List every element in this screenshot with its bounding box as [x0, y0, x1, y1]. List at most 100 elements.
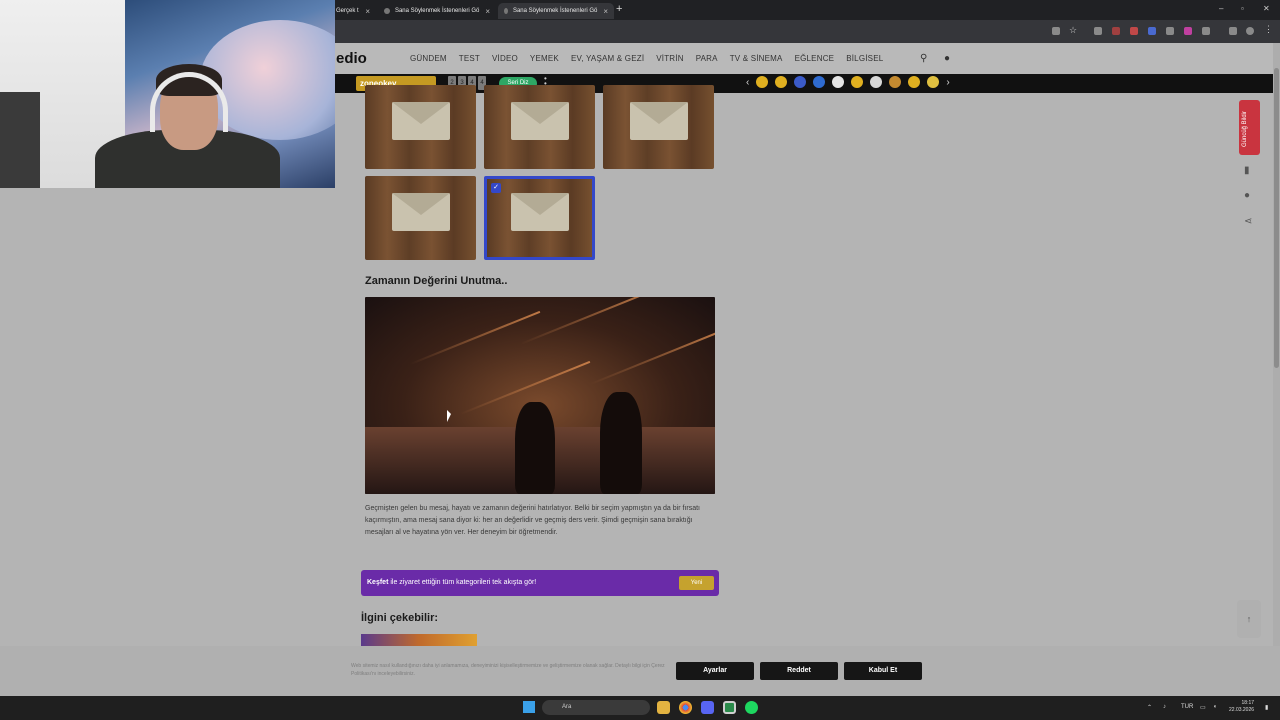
- nav-item-yemek[interactable]: YEMEK: [530, 54, 559, 63]
- share-icon[interactable]: ⋖: [1244, 216, 1252, 227]
- search-icon[interactable]: ⚲: [920, 53, 927, 64]
- tray-chevron-icon[interactable]: ⌃: [1147, 704, 1152, 711]
- scroll-to-top-button[interactable]: ↑: [1237, 600, 1261, 638]
- favicon-icon: [504, 8, 508, 14]
- envelope-option[interactable]: [365, 85, 476, 169]
- language-indicator[interactable]: TUR: [1181, 704, 1193, 710]
- extension-icon[interactable]: [1148, 27, 1156, 35]
- notification-icon[interactable]: ▮: [1265, 704, 1268, 711]
- emoji-reactions: ‹ ›: [746, 76, 950, 88]
- menu-dots-icon[interactable]: ⋮: [1264, 24, 1273, 34]
- result-image: [365, 297, 715, 494]
- extensions-puzzle-icon[interactable]: [1202, 27, 1210, 35]
- nav-item-test[interactable]: TEST: [459, 54, 480, 63]
- firework-streak: [519, 297, 651, 346]
- extension-icon[interactable]: [1130, 27, 1138, 35]
- taskbar-search[interactable]: Ara: [542, 700, 650, 715]
- firework-streak: [409, 310, 541, 366]
- favicon-icon: [384, 8, 390, 14]
- person-silhouette: [515, 402, 555, 494]
- comment-icon[interactable]: ●: [1244, 190, 1250, 201]
- envelope-option[interactable]: [484, 85, 595, 169]
- checkmark-icon: ✓: [491, 183, 501, 193]
- emoji-icon[interactable]: [908, 76, 921, 88]
- clock[interactable]: 18:17 22.03.2026: [1229, 700, 1254, 714]
- page-scrollbar[interactable]: [1273, 43, 1280, 696]
- cookie-reject-button[interactable]: Reddet: [760, 662, 838, 680]
- site-logo[interactable]: edio: [336, 50, 367, 67]
- emoji-icon[interactable]: [775, 76, 788, 88]
- nav-item-para[interactable]: PARA: [696, 54, 718, 63]
- envelope-icon: [392, 193, 450, 231]
- tab-2[interactable]: Sana Söylenmek İstenenleri Gö ×: [378, 3, 496, 19]
- close-window-icon[interactable]: ✕: [1263, 4, 1270, 13]
- webcam-overlay: [0, 0, 335, 188]
- sidepanel-icon[interactable]: [1229, 27, 1237, 35]
- user-icon[interactable]: ●: [944, 53, 950, 64]
- install-icon[interactable]: [1052, 27, 1060, 35]
- firework-streak: [589, 330, 715, 386]
- nav-item-video[interactable]: VİDEO: [492, 54, 518, 63]
- emoji-icon[interactable]: [851, 76, 864, 88]
- microphone-icon[interactable]: ♪: [1163, 704, 1166, 710]
- extension-icon[interactable]: [1166, 27, 1174, 35]
- nav-item-vitrin[interactable]: VİTRİN: [656, 54, 683, 63]
- result-title: Zamanın Değerini Unutma..: [365, 275, 508, 287]
- kesfet-new-button[interactable]: Yeni: [679, 576, 714, 590]
- scrollbar-thumb[interactable]: [1274, 68, 1279, 368]
- close-icon[interactable]: ×: [359, 7, 370, 16]
- cookie-accept-button[interactable]: Kabul Et: [844, 662, 922, 680]
- windows-start-icon[interactable]: [523, 701, 535, 713]
- chrome-icon[interactable]: [679, 701, 692, 714]
- chevron-right-icon[interactable]: ›: [946, 77, 949, 88]
- profile-avatar-icon[interactable]: [1246, 27, 1254, 35]
- envelope-icon: [511, 102, 569, 140]
- volume-icon[interactable]: ◖: [1213, 704, 1217, 710]
- kesfet-label: Keşfet: [367, 579, 389, 586]
- nav-item-gundem[interactable]: GÜNDEM: [410, 54, 447, 63]
- discord-icon[interactable]: [701, 701, 714, 714]
- tab-label: Gerçek t: [336, 8, 359, 14]
- envelope-option[interactable]: [603, 85, 714, 169]
- nav-item-tv-sinema[interactable]: TV & SİNEMA: [730, 54, 783, 63]
- nav-item-eglence[interactable]: EĞLENCE: [795, 54, 835, 63]
- network-icon[interactable]: ▭: [1200, 704, 1206, 711]
- result-description: Geçmişten gelen bu mesaj, hayatı ve zama…: [365, 505, 700, 536]
- emoji-icon[interactable]: [794, 76, 807, 88]
- kesfet-text: ile ziyaret ettiğin tüm kategorileri tek…: [388, 579, 537, 586]
- bookmark-icon[interactable]: ▮: [1244, 165, 1250, 176]
- emoji-icon[interactable]: [927, 76, 940, 88]
- envelope-option[interactable]: [365, 176, 476, 260]
- close-icon[interactable]: ×: [597, 7, 608, 16]
- emoji-icon[interactable]: [832, 76, 845, 88]
- maximize-icon[interactable]: ▫: [1241, 4, 1244, 13]
- cookie-settings-button[interactable]: Ayarlar: [676, 662, 754, 680]
- emoji-icon[interactable]: [889, 76, 902, 88]
- minimize-icon[interactable]: –: [1219, 4, 1223, 13]
- emoji-icon[interactable]: [870, 76, 883, 88]
- nav-item-bilgisel[interactable]: BİLGİSEL: [846, 54, 883, 63]
- obs-app-icon[interactable]: [723, 701, 736, 714]
- close-icon[interactable]: ×: [479, 7, 490, 16]
- report-button[interactable]: Güncüğ Bildir: [1239, 100, 1260, 155]
- extension-icon[interactable]: [1112, 27, 1120, 35]
- related-thumbnail[interactable]: [361, 634, 477, 646]
- extension-icon[interactable]: [1094, 27, 1102, 35]
- extension-icon[interactable]: [1184, 27, 1192, 35]
- spotify-icon[interactable]: [745, 701, 758, 714]
- file-explorer-icon[interactable]: [657, 701, 670, 714]
- tab-3-active[interactable]: Sana Söylenmek İstenenleri Gö ×: [498, 3, 614, 19]
- emoji-icon[interactable]: [756, 76, 769, 88]
- person-silhouette: [600, 392, 642, 494]
- tab-1[interactable]: Gerçek t ×: [330, 3, 376, 19]
- kesfet-banner[interactable]: Keşfet ile ziyaret ettiğin tüm kategoril…: [361, 570, 719, 596]
- clock-time: 18:17: [1241, 700, 1255, 706]
- new-tab-button[interactable]: +: [616, 3, 622, 15]
- envelope-option-selected[interactable]: ✓: [484, 176, 595, 260]
- bookmark-star-icon[interactable]: ☆: [1069, 25, 1077, 35]
- chevron-left-icon[interactable]: ‹: [746, 77, 749, 88]
- nav-item-ev-yasam[interactable]: EV, YAŞAM & GEZİ: [571, 54, 644, 63]
- emoji-icon[interactable]: [813, 76, 826, 88]
- clock-date: 22.03.2026: [1229, 707, 1255, 713]
- tab-label: Sana Söylenmek İstenenleri Gö: [394, 8, 480, 14]
